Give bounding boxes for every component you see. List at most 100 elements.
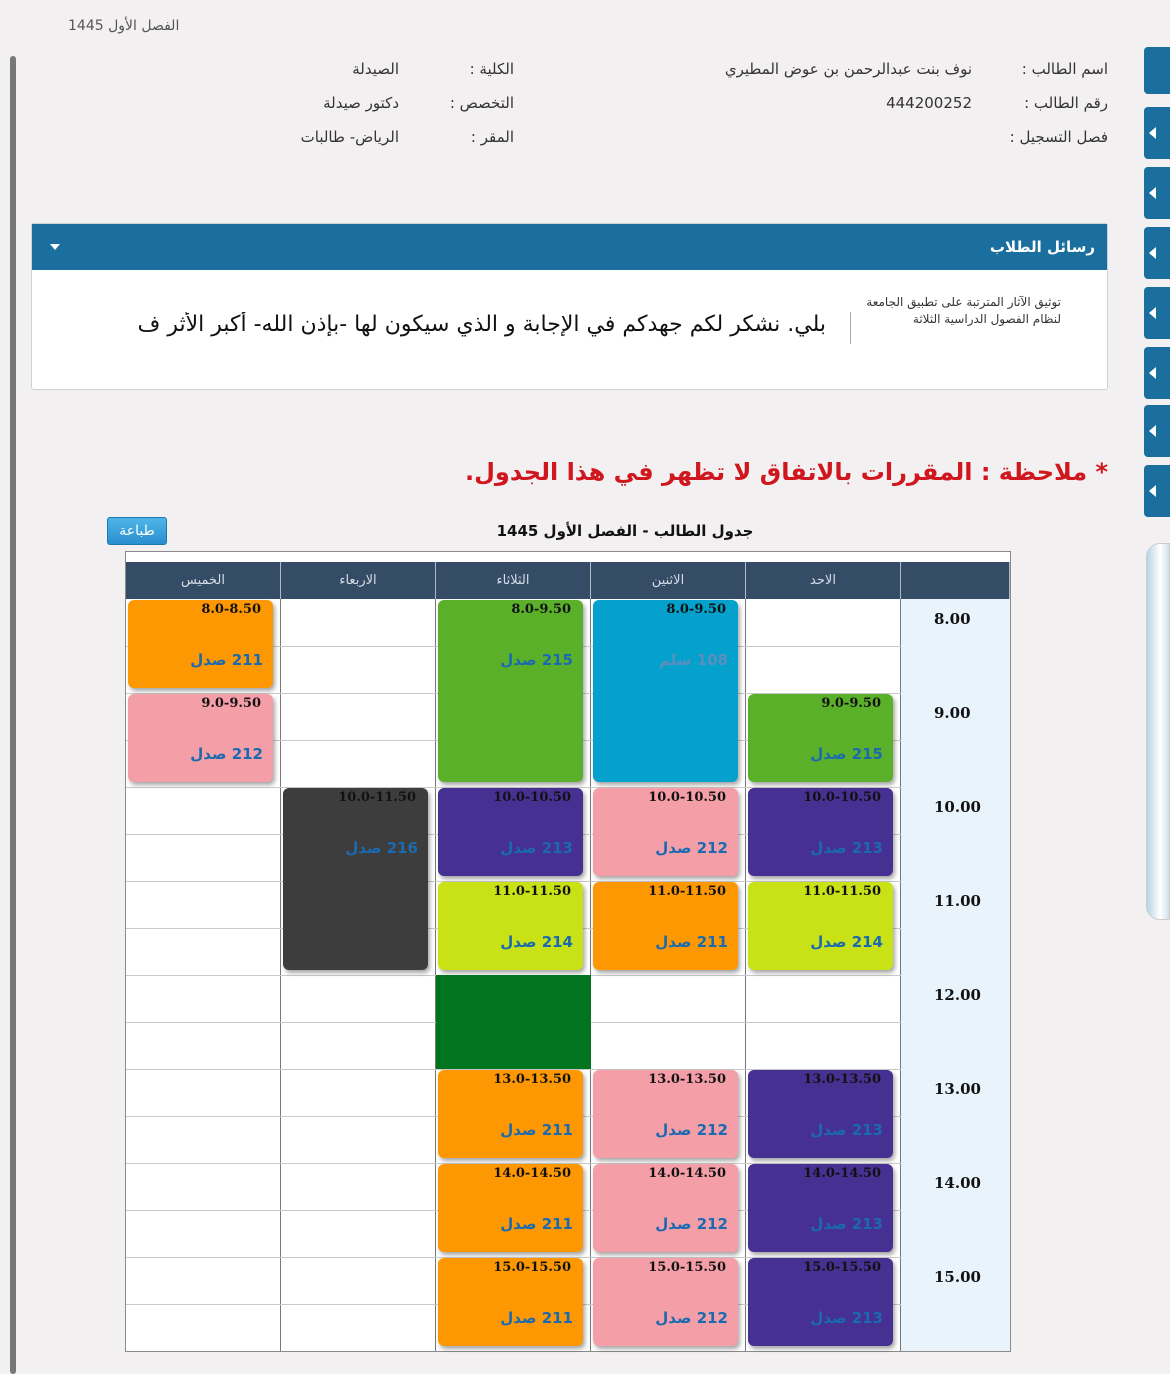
caret-down-icon[interactable] xyxy=(50,244,60,250)
student-messages-panel: رسائل الطلاب توثيق الآثار المترتبة على ت… xyxy=(31,223,1108,390)
print-button[interactable]: طباعة xyxy=(107,517,167,545)
course-time: 10.0-10.50 xyxy=(803,790,881,805)
major-label: التخصص : xyxy=(449,94,514,112)
day-header: الثلاثاء xyxy=(436,562,591,599)
day-header: الاثنين xyxy=(591,562,746,599)
course-room: 215 صدل xyxy=(500,651,573,669)
side-tab-7[interactable] xyxy=(1144,465,1170,517)
course-block[interactable]: 9.0-9.50 212 صدل xyxy=(128,694,273,782)
course-block[interactable] xyxy=(436,975,591,1069)
course-room: 211 صدل xyxy=(500,1309,573,1327)
course-block[interactable]: 8.0-9.50 108 سلم xyxy=(593,600,738,782)
course-block[interactable]: 15.0-15.50 212 صدل xyxy=(593,1258,738,1346)
messages-panel-header[interactable]: رسائل الطلاب xyxy=(32,224,1107,270)
course-time: 14.0-14.50 xyxy=(493,1166,571,1181)
course-time: 8.0-9.50 xyxy=(511,602,571,617)
course-block[interactable]: 10.0-10.50 213 صدل xyxy=(438,788,583,876)
course-block[interactable]: 9.0-9.50 215 صدل xyxy=(748,694,893,782)
course-room: 212 صدل xyxy=(655,1309,728,1327)
time-label: 9.00 xyxy=(934,704,971,722)
time-label: 15.00 xyxy=(934,1268,981,1286)
course-room: 211 صدل xyxy=(655,933,728,951)
course-time: 8.0-8.50 xyxy=(201,602,261,617)
course-time: 11.0-11.50 xyxy=(493,884,571,899)
student-id-value: 444200252 xyxy=(886,94,972,112)
course-time: 13.0-13.50 xyxy=(803,1072,881,1087)
course-block[interactable]: 15.0-15.50 213 صدل xyxy=(748,1258,893,1346)
course-block[interactable]: 8.0-8.50 211 صدل xyxy=(128,600,273,688)
side-tab-2[interactable] xyxy=(1144,167,1170,219)
student-id-label: رقم الطالب : xyxy=(1024,94,1108,112)
course-block[interactable]: 11.0-11.50 214 صدل xyxy=(748,882,893,970)
course-room: 213 صدل xyxy=(810,1121,883,1139)
course-time: 14.0-14.50 xyxy=(648,1166,726,1181)
message-divider xyxy=(850,312,851,344)
student-name-label: اسم الطالب : xyxy=(1021,60,1108,78)
course-time: 10.0-10.50 xyxy=(493,790,571,805)
chevron-left-icon xyxy=(1149,187,1156,199)
course-time: 8.0-9.50 xyxy=(666,602,726,617)
side-tab-5[interactable] xyxy=(1144,347,1170,399)
course-room: 212 صدل xyxy=(655,1121,728,1139)
course-block[interactable]: 14.0-14.50 211 صدل xyxy=(438,1164,583,1252)
student-name-value: نوف بنت عبدالرحمن بن عوض المطيري xyxy=(724,60,972,78)
course-time: 10.0-11.50 xyxy=(338,790,416,805)
course-room: 213 صدل xyxy=(500,839,573,857)
course-block[interactable]: 10.0-10.50 213 صدل xyxy=(748,788,893,876)
chevron-left-icon xyxy=(1149,307,1156,319)
side-banner-image xyxy=(1146,543,1170,920)
course-block[interactable]: 8.0-9.50 215 صدل xyxy=(438,600,583,782)
side-tab-4[interactable] xyxy=(1144,287,1170,339)
message-item-title[interactable]: توثيق الآثار المترتبة على تطبيق الجامعة … xyxy=(861,294,1061,328)
campus-label: المقر : xyxy=(470,128,514,146)
course-room: 211 صدل xyxy=(500,1215,573,1233)
course-room: 214 صدل xyxy=(810,933,883,951)
side-tab-3[interactable] xyxy=(1144,227,1170,279)
scrollbar[interactable] xyxy=(10,56,16,1374)
course-time: 15.0-15.50 xyxy=(648,1260,726,1275)
course-room: 215 صدل xyxy=(810,745,883,763)
course-time: 10.0-10.50 xyxy=(648,790,726,805)
chevron-left-icon xyxy=(1149,425,1156,437)
course-block[interactable]: 11.0-11.50 211 صدل xyxy=(593,882,738,970)
course-block[interactable]: 13.0-13.50 211 صدل xyxy=(438,1070,583,1158)
course-time: 13.0-13.50 xyxy=(648,1072,726,1087)
course-room: 211 صدل xyxy=(190,651,263,669)
course-time: 11.0-11.50 xyxy=(648,884,726,899)
course-room: 212 صدل xyxy=(655,1215,728,1233)
course-block[interactable]: 13.0-13.50 213 صدل xyxy=(748,1070,893,1158)
course-time: 9.0-9.50 xyxy=(201,696,261,711)
course-block[interactable]: 14.0-14.50 213 صدل xyxy=(748,1164,893,1252)
course-block[interactable]: 10.0-10.50 212 صدل xyxy=(593,788,738,876)
side-tab-6[interactable] xyxy=(1144,405,1170,457)
chevron-left-icon xyxy=(1149,247,1156,259)
time-label: 14.00 xyxy=(934,1174,981,1192)
side-tab-active[interactable] xyxy=(1144,47,1170,94)
time-header xyxy=(901,562,1010,599)
course-block[interactable]: 10.0-11.50 216 صدل xyxy=(283,788,428,970)
side-tab-1[interactable] xyxy=(1144,107,1170,159)
course-room: 212 صدل xyxy=(655,839,728,857)
schedule-note: * ملاحظة : المقررات بالاتفاق لا تظهر في … xyxy=(464,458,1108,486)
time-label: 10.00 xyxy=(934,798,981,816)
course-time: 15.0-15.50 xyxy=(493,1260,571,1275)
time-label: 13.00 xyxy=(934,1080,981,1098)
schedule-title: جدول الطالب - الفصل الأول 1445 xyxy=(496,522,754,540)
course-block[interactable]: 15.0-15.50 211 صدل xyxy=(438,1258,583,1346)
time-label: 8.00 xyxy=(934,610,971,628)
chevron-left-icon xyxy=(1149,127,1156,139)
chevron-left-icon xyxy=(1149,485,1156,497)
course-time: 13.0-13.50 xyxy=(493,1072,571,1087)
course-room: 213 صدل xyxy=(810,839,883,857)
course-room: 213 صدل xyxy=(810,1309,883,1327)
message-ticker-text: بلي. نشكر لكم جهدكم في الإجابة و الذي سي… xyxy=(137,312,826,337)
course-block[interactable]: 14.0-14.50 212 صدل xyxy=(593,1164,738,1252)
registration-semester-label: فصل التسجيل : xyxy=(1009,128,1108,146)
course-room: 211 صدل xyxy=(500,1121,573,1139)
course-block[interactable]: 11.0-11.50 214 صدل xyxy=(438,882,583,970)
day-header: الاربعاء xyxy=(281,562,436,599)
course-time: 11.0-11.50 xyxy=(803,884,881,899)
course-block[interactable]: 13.0-13.50 212 صدل xyxy=(593,1070,738,1158)
semester-label: الفصل الأول 1445 xyxy=(68,18,180,34)
course-room: 216 صدل xyxy=(345,839,418,857)
